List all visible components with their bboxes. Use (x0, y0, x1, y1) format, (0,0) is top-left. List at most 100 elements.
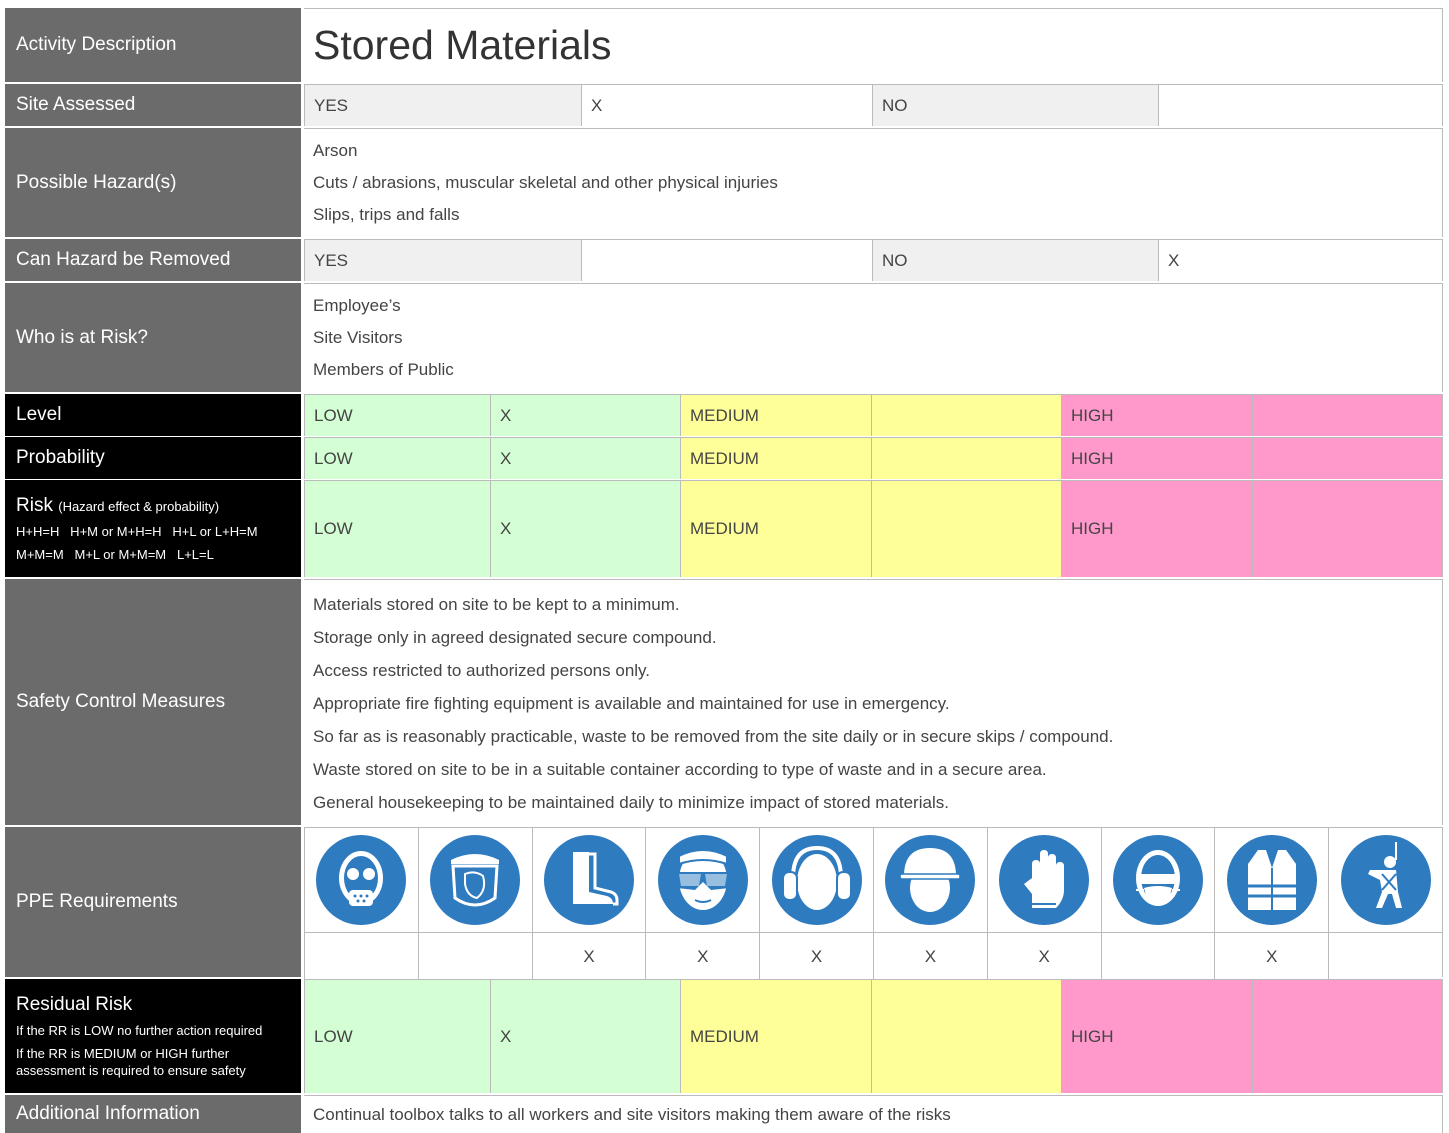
control-item: So far as is reasonably practicable, was… (313, 726, 1114, 746)
removed-yes: YES (304, 240, 581, 281)
level-row: Level LOW X MEDIUM HIGH (5, 394, 1443, 436)
risk-medium: MEDIUM (680, 481, 871, 577)
level-low: LOW (304, 395, 490, 436)
probability-medium-mark (871, 438, 1061, 479)
level-high-mark (1252, 395, 1442, 436)
ppe-mark: X (645, 932, 760, 980)
ppe-mark: X (986, 932, 1101, 980)
hazard-item: Arson (313, 141, 358, 160)
hazard-item: Slips, trips and falls (313, 205, 460, 224)
ppe-grid: X X X X X X (304, 828, 1442, 980)
hazards-list: Arson Cuts / abrasions, muscular skeleta… (304, 129, 787, 237)
site-assessed-yes: YES (304, 85, 581, 126)
controls-label: Safety Control Measures (5, 579, 304, 825)
at-risk-item: Members of Public (313, 360, 454, 379)
activity-label: Activity Description (5, 8, 304, 82)
probability-high: HIGH (1061, 438, 1252, 479)
hard-hat-icon (885, 835, 976, 925)
hazards-row: Possible Hazard(s) Arson Cuts / abrasion… (5, 128, 1443, 237)
gloves-icon (999, 835, 1090, 925)
ppe-mark (304, 932, 418, 980)
safety-glasses-icon (657, 835, 748, 925)
ppe-icon-cell (531, 828, 646, 932)
safety-boots-icon (543, 835, 634, 925)
controls-list: Materials stored on site to be kept to a… (304, 580, 1122, 825)
ppe-mark: X (531, 932, 646, 980)
control-item: Storage only in agreed designated secure… (313, 627, 717, 647)
activity-title: Stored Materials (313, 22, 612, 68)
at-risk-item: Site Visitors (313, 328, 403, 347)
risk-high: HIGH (1061, 481, 1252, 577)
ppe-icon-cell (645, 828, 759, 932)
site-assessed-row: Site Assessed YES X NO (5, 84, 1443, 126)
ppe-mark: X (1214, 932, 1329, 980)
ppe-row: PPE Requirements X X X X X X (5, 827, 1443, 980)
risk-row: Risk (Hazard effect & probability) H+H=H… (5, 480, 1443, 577)
harness-icon (1340, 835, 1431, 925)
ppe-mark: X (873, 932, 987, 980)
risk-label-note: (Hazard effect & probability) (58, 498, 220, 514)
risk-matrix-line1: H+H=H H+M or M+H=H H+L or L+H=M (16, 523, 258, 539)
probability-medium: MEDIUM (680, 438, 871, 479)
removed-yes-mark (581, 240, 872, 281)
risk-low-mark: X (490, 481, 680, 577)
site-assessed-no-mark (1158, 85, 1442, 126)
control-item: General housekeeping to be maintained da… (313, 792, 949, 812)
residual-row: Residual Risk If the RR is LOW no furthe… (5, 979, 1443, 1093)
dust-mask-icon (1112, 835, 1203, 925)
ppe-mark (417, 932, 532, 980)
risk-matrix-line2: M+M=M M+L or M+M=M L+L=L (16, 546, 214, 562)
ppe-icon-cell (417, 828, 532, 932)
risk-high-mark (1252, 481, 1442, 577)
residual-note-2: If the RR is MEDIUM or HIGH further asse… (16, 1045, 246, 1078)
level-high: HIGH (1061, 395, 1252, 436)
ppe-icon-cell (1214, 828, 1328, 932)
risk-heading: Risk (Hazard effect & probability) (16, 495, 301, 517)
risk-label: Risk (16, 494, 53, 516)
probability-row: Probability LOW X MEDIUM HIGH (5, 437, 1443, 479)
residual-low-mark: X (490, 980, 680, 1093)
residual-note-1: If the RR is LOW no further action requi… (16, 1022, 263, 1038)
ppe-icon-cell (873, 828, 987, 932)
risk-medium-mark (871, 481, 1061, 577)
controls-row: Safety Control Measures Materials stored… (5, 579, 1443, 825)
probability-low-mark: X (490, 438, 680, 479)
residual-medium-mark (871, 980, 1061, 1093)
risk-low: LOW (304, 481, 490, 577)
residual-medium: MEDIUM (680, 980, 871, 1093)
control-item: Materials stored on site to be kept to a… (313, 594, 680, 614)
at-risk-item: Employee’s (313, 296, 401, 315)
level-medium-mark (871, 395, 1061, 436)
probability-high-mark (1252, 438, 1442, 479)
residual-high-mark (1252, 980, 1442, 1093)
site-assessed-label: Site Assessed (5, 84, 304, 126)
who-at-risk-list: Employee’s Site Visitors Members of Publ… (304, 284, 463, 392)
ppe-icon-cell (1100, 828, 1215, 932)
site-assessed-yes-mark: X (581, 85, 872, 126)
removed-no: NO (872, 240, 1158, 281)
probability-label: Probability (5, 437, 304, 479)
additional-label: Additional Information (5, 1095, 304, 1133)
control-item: Appropriate fire fighting equipment is a… (313, 693, 950, 713)
hi-vis-vest-icon (1226, 835, 1317, 925)
control-item: Access restricted to authorized persons … (313, 660, 651, 680)
ppe-mark (1328, 932, 1442, 980)
ppe-label: PPE Requirements (5, 827, 304, 977)
ppe-mark (1100, 932, 1215, 980)
face-shield-icon (430, 835, 521, 925)
control-item: Waste stored on site to be in a suitable… (313, 759, 1047, 779)
removed-label: Can Hazard be Removed (5, 239, 304, 281)
ppe-icon-cell (759, 828, 873, 932)
level-medium: MEDIUM (680, 395, 871, 436)
hazards-label: Possible Hazard(s) (5, 128, 304, 237)
ear-defenders-icon (771, 835, 862, 925)
site-assessed-no: NO (872, 85, 1158, 126)
who-at-risk-row: Who is at Risk? Employee’s Site Visitors… (5, 283, 1443, 392)
who-at-risk-label: Who is at Risk? (5, 283, 304, 392)
respirator-icon (316, 835, 407, 925)
ppe-mark: X (759, 932, 873, 980)
ppe-icon-cell (304, 828, 418, 932)
removed-row: Can Hazard be Removed YES NO X (5, 239, 1443, 281)
residual-low: LOW (304, 980, 490, 1093)
residual-high: HIGH (1061, 980, 1252, 1093)
